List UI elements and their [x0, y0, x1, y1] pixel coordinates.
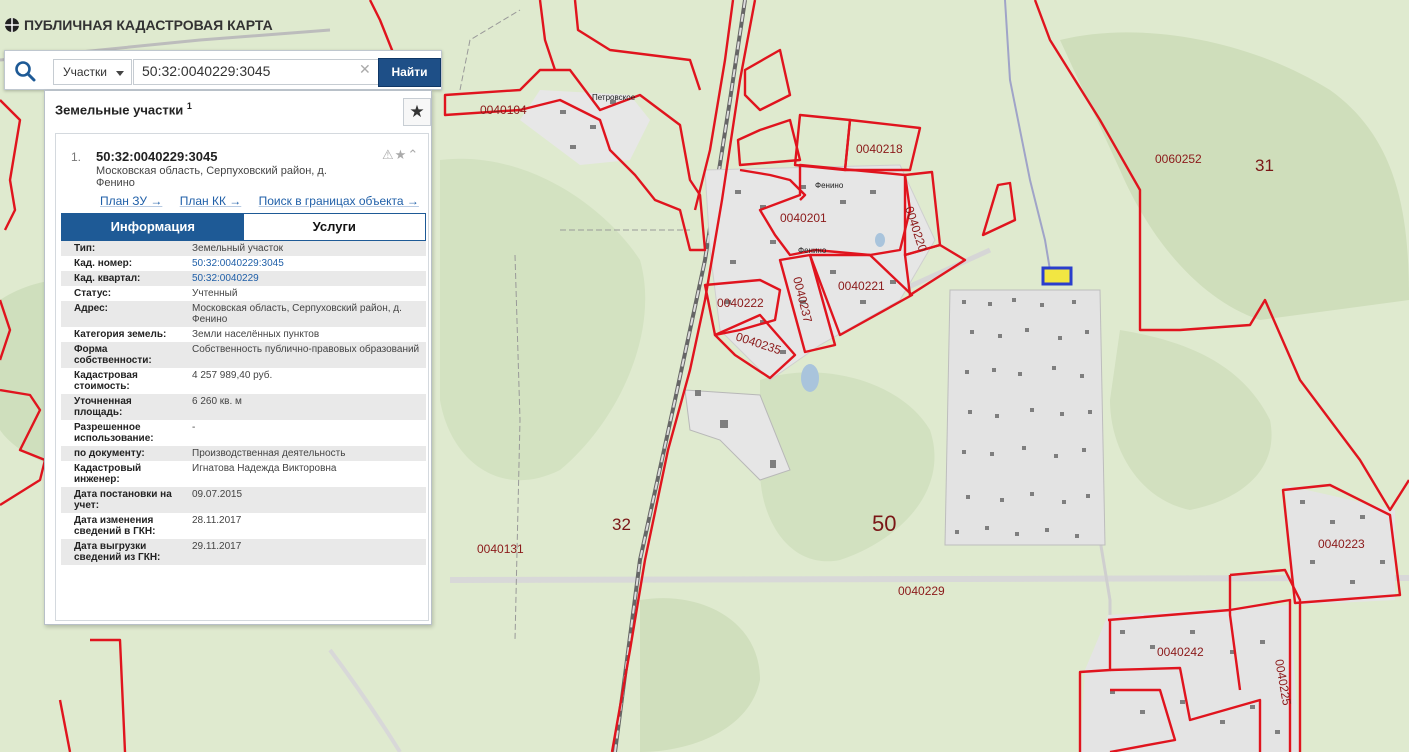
info-row: Дата постановки на учет: 09.07.2015: [61, 487, 426, 513]
search-icon[interactable]: [13, 59, 37, 83]
tab-information[interactable]: Информация: [62, 214, 244, 240]
quarter-label-0040229: 0040229: [898, 584, 945, 598]
chevron-up-icon[interactable]: ⌃: [407, 148, 419, 163]
info-row: Тип: Земельный участок: [61, 241, 426, 256]
quarter-label-0040201: 0040201: [780, 211, 827, 225]
favorite-star-button[interactable]: ★: [403, 98, 431, 126]
district-label-31: 31: [1255, 156, 1274, 175]
quarter-label-0040222: 0040222: [717, 296, 764, 310]
warning-icon[interactable]: ⚠: [382, 148, 395, 163]
info-row: по документу: Производственная деятельнос…: [61, 446, 426, 461]
info-row: Кад. квартал: 50:32:0040229: [61, 271, 426, 286]
info-row: Кадастровый инженер: Игнатова Надежда Вик…: [61, 461, 426, 487]
village-label-fenino-2: Фенино: [798, 246, 827, 255]
info-row: Статус: Учтенный: [61, 286, 426, 301]
app-title: ПУБЛИЧНАЯ КАДАСТРОВАЯ КАРТА: [24, 17, 273, 33]
chevron-down-icon: [116, 71, 124, 76]
info-key: Статус:: [74, 288, 112, 299]
info-value: 28.11.2017: [192, 515, 242, 526]
info-key: Кадастровая стоимость:: [74, 370, 138, 392]
quarter-label-0040242: 0040242: [1157, 645, 1204, 659]
search-input[interactable]: 50:32:0040229:3045: [133, 59, 379, 85]
info-row: Форма собственности: Собственность публич…: [61, 342, 426, 368]
info-key: Разрешенное использование:: [74, 422, 154, 444]
info-key: Кад. квартал:: [74, 273, 141, 284]
info-value: 29.11.2017: [192, 541, 242, 552]
info-row: Разрешенное использование: -: [61, 420, 426, 446]
info-value: 6 260 кв. м: [192, 396, 242, 407]
results-header-label: Земельные участки: [55, 102, 184, 118]
info-key: Форма собственности:: [74, 344, 152, 366]
search-type-dropdown[interactable]: Участки: [53, 59, 132, 85]
info-row: Уточненная площадь: 6 260 кв. м: [61, 394, 426, 420]
info-value[interactable]: 50:32:0040229: [186, 271, 426, 286]
app-header: ПУБЛИЧНАЯ КАДАСТРОВАЯ КАРТА: [4, 14, 273, 36]
info-value: 4 257 989,40 руб.: [192, 370, 273, 381]
info-row: Дата изменения сведений в ГКН: 28.11.2017: [61, 513, 426, 539]
info-value: Производственная деятельность: [192, 448, 346, 459]
info-row: Адрес: Московская область, Серпуховский р…: [61, 301, 426, 327]
results-count: 1: [186, 101, 192, 111]
info-value[interactable]: 50:32:0040229:3045: [186, 256, 426, 271]
info-value-link[interactable]: 50:32:0040229:3045: [192, 258, 284, 269]
village-label-fenino: Фенино: [815, 181, 844, 190]
info-value: Земли населённых пунктов: [192, 329, 320, 340]
info-key: Дата постановки на учет:: [74, 489, 172, 511]
info-key: Кад. номер:: [74, 258, 133, 269]
quarter-label-0040131: 0040131: [477, 542, 524, 556]
quarter-label-0060252: 0060252: [1155, 152, 1202, 166]
clear-search-icon[interactable]: ✕: [359, 63, 371, 77]
info-value: Земельный участок: [192, 243, 284, 254]
info-key: Категория земель:: [74, 329, 167, 340]
result-address: Московская область, Серпуховский район, …: [96, 165, 327, 189]
result-action-icons[interactable]: ⚠★⌃: [382, 148, 419, 163]
tab-services[interactable]: Услуги: [243, 214, 425, 240]
result-title[interactable]: 50:32:0040229:3045: [96, 149, 217, 164]
plan-kk-link[interactable]: План КК →: [180, 194, 242, 208]
search-type-label: Участки: [63, 65, 107, 79]
globe-logo-icon: [5, 18, 19, 32]
search-bar: Участки 50:32:0040229:3045 ✕ Найти: [4, 50, 442, 90]
info-key: Дата выгрузки сведений из ГКН:: [74, 541, 161, 563]
info-row: Дата выгрузки сведений из ГКН: 29.11.2017: [61, 539, 426, 565]
info-key: Дата изменения сведений в ГКН:: [74, 515, 156, 537]
quarter-label-0040221: 0040221: [838, 279, 885, 293]
info-row: Кад. номер: 50:32:0040229:3045: [61, 256, 426, 271]
find-button[interactable]: Найти: [378, 58, 441, 87]
info-value: Собственность публично-правовых образова…: [192, 344, 420, 355]
info-value-link[interactable]: 50:32:0040229: [192, 273, 259, 284]
quarter-label-0040104: 0040104: [480, 103, 527, 117]
info-key: Кадастровый инженер:: [74, 463, 142, 485]
info-value: Московская область, Серпуховский район, …: [192, 303, 402, 325]
search-within-link[interactable]: Поиск в границах объекта →: [259, 194, 419, 208]
region-label: 50: [872, 511, 896, 536]
info-table: Тип: Земельный участок Кад. номер: 50:32:00…: [61, 241, 426, 565]
info-key: по документу:: [74, 448, 145, 459]
info-value: -: [192, 422, 196, 433]
info-value: Учтенный: [192, 288, 238, 299]
district-label-32: 32: [612, 515, 631, 534]
result-card: 1. 50:32:0040229:3045 Московская область…: [55, 133, 429, 621]
star-icon[interactable]: ★: [395, 148, 408, 163]
quarter-label-0040223: 0040223: [1318, 537, 1365, 551]
result-index: 1.: [71, 150, 82, 164]
info-value: 09.07.2015: [192, 489, 243, 500]
quarter-label-0040218: 0040218: [856, 142, 903, 156]
result-tabs: Информация Услуги: [61, 213, 426, 241]
village-label-petrovskoe: Петровское: [592, 93, 636, 102]
selected-parcel[interactable]: [1041, 266, 1073, 286]
results-header: Земельные участки 1: [55, 101, 192, 117]
info-key: Тип:: [74, 243, 96, 254]
result-links: План ЗУ → План КК → Поиск в границах объ…: [100, 194, 419, 208]
info-row: Категория земель: Земли населённых пункто…: [61, 327, 426, 342]
plan-zu-link[interactable]: План ЗУ →: [100, 194, 162, 208]
results-panel: Земельные участки 1 ★ 1. 50:32:0040229:3…: [44, 90, 432, 625]
info-value: Игнатова Надежда Викторовна: [192, 463, 337, 474]
info-key: Уточненная площадь:: [74, 396, 132, 418]
info-row: Кадастровая стоимость: 4 257 989,40 руб.: [61, 368, 426, 394]
info-key: Адрес:: [74, 303, 108, 314]
